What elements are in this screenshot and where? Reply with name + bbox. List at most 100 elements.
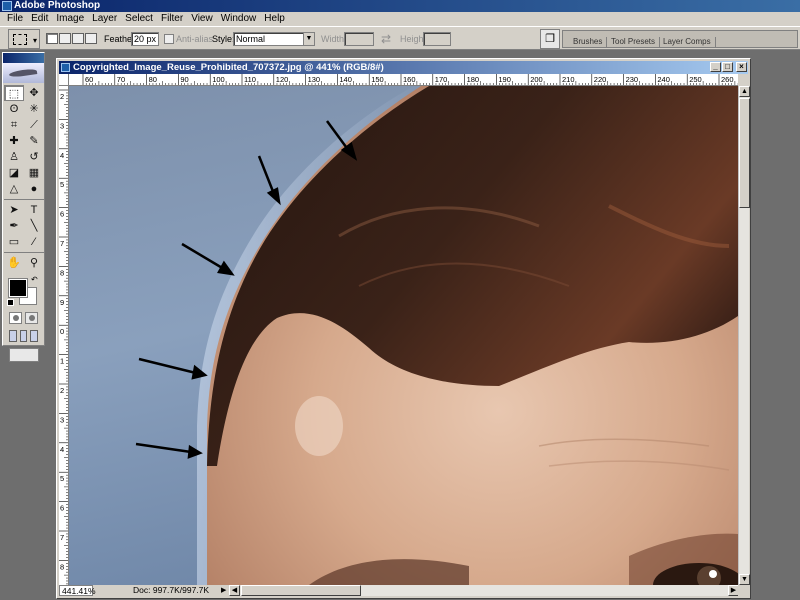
status-menu-arrow-icon[interactable]: ▶ [221, 586, 226, 594]
app-title-bar: Adobe Photoshop [0, 0, 800, 12]
horizontal-ruler[interactable]: 60 70 80 90 100 110 120 130 140 150 160 170 180 190 20… [69, 74, 738, 86]
ruler-v-label: 9 [60, 298, 64, 307]
ruler-v-label: 5 [60, 474, 64, 483]
intersect-selection-button[interactable] [85, 33, 97, 44]
width-input[interactable] [344, 32, 374, 46]
hand-tool-icon[interactable]: ✋ [4, 255, 24, 271]
vertical-scroll-thumb[interactable] [739, 98, 750, 208]
menu-window[interactable]: Window [217, 12, 261, 26]
healing-brush-tool-icon[interactable]: ✚ [4, 133, 24, 149]
line-tool-icon[interactable]: ╲ [24, 218, 44, 234]
ruler-h-label: 100 [212, 75, 225, 84]
standard-mode-button[interactable] [9, 312, 22, 324]
app-title: Adobe Photoshop [14, 0, 101, 11]
menu-layer[interactable]: Layer [88, 12, 121, 26]
palette-tab-layer-comps[interactable]: Layer Comps [659, 37, 716, 47]
pen-tool-icon[interactable]: ✒ [4, 218, 24, 234]
vertical-ruler[interactable]: 2 3 4 5 6 7 8 9 0 1 2 3 4 5 6 7 8 [59, 86, 69, 585]
menu-help[interactable]: Help [260, 12, 289, 26]
antialias-label: Anti-alias [176, 34, 214, 44]
menu-file[interactable]: File [3, 12, 27, 26]
zoom-level-field[interactable]: 441.41% [59, 585, 96, 596]
brush-tool-icon[interactable]: ✎ [24, 133, 44, 149]
add-to-selection-button[interactable] [59, 33, 71, 44]
menu-view[interactable]: View [187, 12, 217, 26]
toolbox-separator [4, 252, 44, 253]
ruler-v-label: 6 [60, 210, 64, 219]
scroll-down-arrow[interactable]: ▼ [739, 574, 750, 585]
ruler-h-label: 60 [85, 75, 93, 84]
eyedropper-tool-icon[interactable]: ⁄ [24, 234, 44, 250]
ruler-h-label: 170 [435, 75, 448, 84]
photoshop-app-icon [2, 1, 12, 11]
toolbox-title-bar[interactable] [3, 53, 44, 63]
path-selection-tool-icon[interactable]: ➤ [4, 202, 24, 218]
resize-grip[interactable] [738, 585, 749, 597]
ruler-v-label: 3 [60, 415, 64, 424]
new-selection-button[interactable] [46, 33, 58, 44]
chevron-down-icon: ▾ [32, 36, 37, 45]
ruler-h-label: 260 [721, 75, 734, 84]
antialias-checkbox[interactable] [164, 34, 174, 44]
ruler-h-label: 210 [562, 75, 575, 84]
menu-filter[interactable]: Filter [157, 12, 187, 26]
scroll-up-arrow[interactable]: ▲ [739, 86, 750, 97]
style-select[interactable]: Normal ▼ [233, 32, 315, 46]
lasso-tool-icon[interactable]: ʘ [4, 101, 24, 117]
eraser-tool-icon[interactable]: ◪ [4, 165, 24, 181]
notes-tool-icon[interactable]: ▭ [4, 234, 24, 250]
subtract-from-selection-button[interactable] [72, 33, 84, 44]
forehead-highlight [295, 396, 343, 456]
adobe-online-button[interactable] [3, 63, 44, 83]
scroll-left-arrow[interactable]: ◀ [229, 585, 240, 596]
vertical-ruler-ticks: 2 3 4 5 6 7 8 9 0 1 2 3 4 5 6 7 8 [59, 89, 68, 585]
menu-bar: File Edit Image Layer Select Filter View… [0, 12, 800, 26]
jump-to-imageready-button[interactable] [9, 348, 39, 362]
history-brush-tool-icon[interactable]: ↺ [24, 149, 44, 165]
slice-tool-icon[interactable]: ⟋ [24, 117, 44, 133]
type-tool-icon[interactable]: T [24, 202, 44, 218]
palette-tab-brushes[interactable]: Brushes [569, 37, 608, 47]
close-button[interactable]: × [736, 62, 747, 72]
minimize-button[interactable]: _ [710, 62, 721, 72]
blur-tool-icon[interactable]: △ [4, 181, 24, 197]
menu-image[interactable]: Image [52, 12, 88, 26]
tool-grid: ⬚ ✥ ʘ ✳ ⌗ ⟋ ✚ ✎ ♙ ↺ ◪ ▦ △ ● ➤ T ✒ ╲ ▭ ⁄ ✋ ⚲ [3, 83, 44, 273]
tool-preset-picker[interactable]: ▾ [8, 29, 40, 49]
foreground-color-swatch[interactable] [8, 278, 28, 298]
magic-wand-tool-icon[interactable]: ✳ [24, 101, 44, 117]
full-screen-mode-button[interactable] [30, 330, 39, 342]
move-tool-icon[interactable]: ✥ [24, 85, 44, 101]
ruler-v-label: 2 [60, 386, 64, 395]
menu-select[interactable]: Select [121, 12, 157, 26]
quick-mask-icon [29, 315, 35, 321]
feather-input[interactable]: 20 px [131, 32, 159, 46]
horizontal-scrollbar[interactable]: ◀ ▶ [229, 585, 739, 596]
zoom-tool-icon[interactable]: ⚲ [24, 255, 44, 271]
marquee-tool-icon[interactable]: ⬚ [4, 85, 24, 101]
document-size-info[interactable]: Doc: 997.7K/997.7K [133, 585, 209, 596]
full-screen-menubar-mode-button[interactable] [19, 330, 28, 342]
maximize-button[interactable]: □ [722, 62, 733, 72]
standard-screen-mode-button[interactable] [9, 330, 17, 342]
clone-stamp-tool-icon[interactable]: ♙ [4, 149, 24, 165]
swap-dimensions-icon[interactable]: ⇄ [381, 32, 391, 46]
quick-mask-mode-button[interactable] [25, 312, 38, 324]
swap-colors-icon[interactable]: ↶ [31, 275, 38, 284]
ruler-v-label: 4 [60, 445, 64, 454]
horizontal-scroll-thumb[interactable] [241, 585, 361, 596]
document-title-bar[interactable]: Copyrighted_Image_Reuse_Prohibited_70737… [59, 61, 748, 74]
ruler-h-label: 90 [180, 75, 188, 84]
vertical-scrollbar[interactable]: ▲ ▼ [738, 86, 750, 585]
file-browser-button[interactable]: ❐ [540, 29, 560, 49]
dodge-tool-icon[interactable]: ● [24, 181, 44, 197]
gradient-tool-icon[interactable]: ▦ [24, 165, 44, 181]
palette-tab-tool-presets[interactable]: Tool Presets [607, 37, 661, 47]
crop-tool-icon[interactable]: ⌗ [4, 117, 24, 133]
ruler-origin[interactable] [59, 74, 69, 86]
image-canvas[interactable] [69, 86, 738, 585]
default-colors-icon[interactable] [7, 299, 14, 306]
ruler-h-label: 240 [657, 75, 670, 84]
menu-edit[interactable]: Edit [27, 12, 52, 26]
height-input[interactable] [423, 32, 451, 46]
